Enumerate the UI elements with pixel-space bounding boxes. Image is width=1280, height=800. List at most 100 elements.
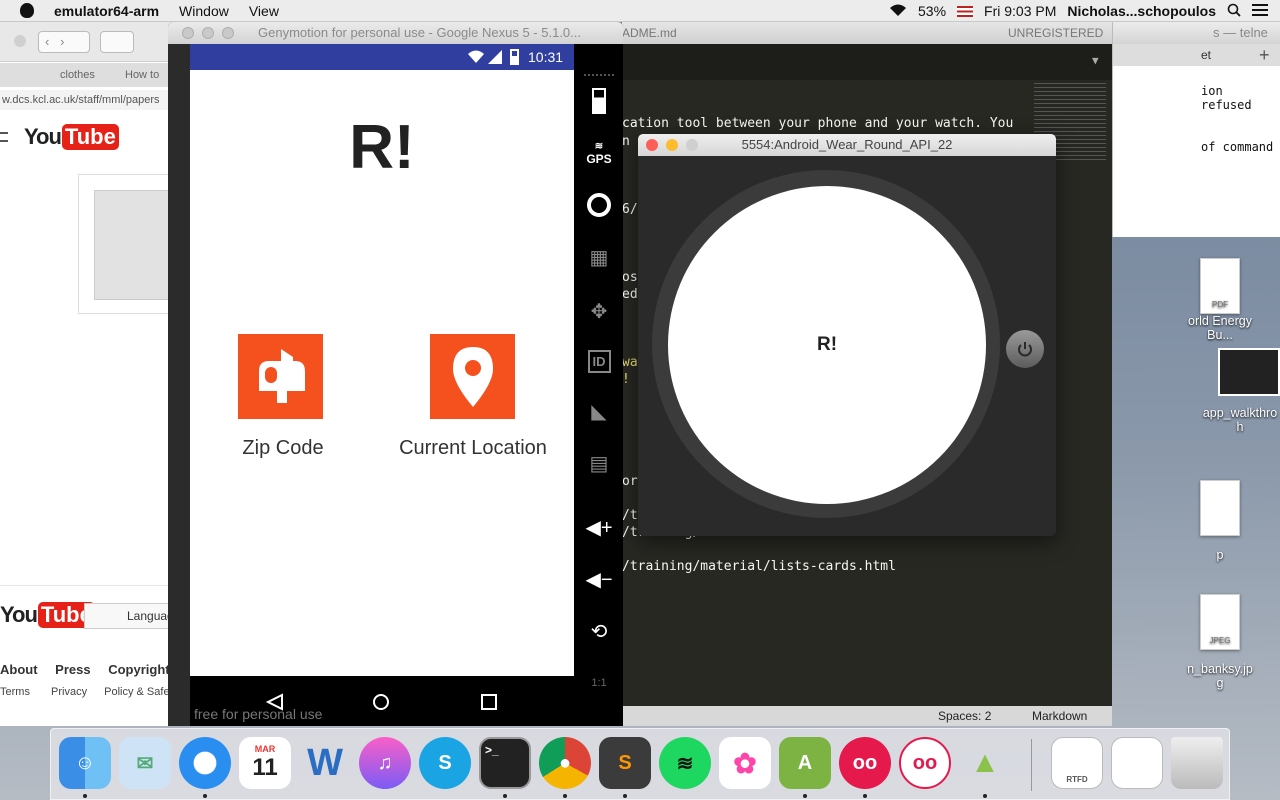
battery-icon bbox=[510, 49, 519, 65]
footer-links: About Press Copyright bbox=[0, 662, 170, 677]
gm-close-button[interactable] bbox=[182, 27, 194, 39]
cast-widget-icon[interactable]: ◣ bbox=[582, 394, 616, 428]
zip-code-button[interactable]: Zip Code bbox=[238, 334, 328, 460]
sms-widget-icon[interactable]: ▤ bbox=[582, 446, 616, 480]
hamburger-icon[interactable] bbox=[0, 132, 8, 142]
dpad-widget-icon[interactable]: ✥ bbox=[582, 294, 616, 328]
footer-policy[interactable]: Policy & Safet bbox=[104, 686, 172, 698]
unregistered-label: UNREGISTERED bbox=[1008, 26, 1104, 40]
new-tab-button[interactable]: + bbox=[1259, 44, 1270, 66]
footer-links-2: Terms Privacy Policy & Safet bbox=[0, 686, 173, 698]
genymotion-window: Genymotion for personal use - Google Nex… bbox=[168, 22, 623, 726]
chrome-icon[interactable]: ● bbox=[539, 737, 591, 789]
mail-icon[interactable]: ✉ bbox=[119, 737, 171, 789]
watch-app-title: R! bbox=[816, 334, 838, 355]
volume-down-icon[interactable]: ◀− bbox=[582, 562, 616, 596]
photos-icon[interactable]: ✿ bbox=[719, 737, 771, 789]
desktop-screenshot-thumbnail[interactable] bbox=[1218, 348, 1280, 396]
desktop-file-jpeg[interactable]: JPEG n_banksy.jp g bbox=[1175, 594, 1265, 690]
watch-power-button[interactable] bbox=[1006, 330, 1044, 368]
pdf-file-name: orld Energy bbox=[1188, 314, 1252, 328]
trash-icon[interactable] bbox=[1171, 737, 1223, 789]
footer-copyright[interactable]: Copyright bbox=[108, 662, 169, 677]
syntax-indicator[interactable]: Markdown bbox=[1032, 706, 1087, 726]
editor-titlebar: ADME.md UNREGISTERED bbox=[622, 22, 1112, 44]
video-thumbnail-frame[interactable] bbox=[78, 174, 178, 314]
walkthrough-file-name: app_walkthro bbox=[1202, 406, 1278, 420]
footer-terms[interactable]: Terms bbox=[0, 686, 30, 698]
gps-waves-icon: ≋ bbox=[594, 140, 604, 152]
menu-window[interactable]: Window bbox=[179, 3, 229, 19]
calendar-icon[interactable]: MAR 11 bbox=[239, 737, 291, 789]
flag-icon[interactable] bbox=[957, 5, 974, 17]
code-line-11: /training/material/lists-cards.html bbox=[622, 559, 896, 574]
apple-menu-icon[interactable] bbox=[20, 3, 34, 18]
menu-view[interactable]: View bbox=[249, 3, 279, 19]
spaces-indicator[interactable]: Spaces: 2 bbox=[938, 706, 991, 726]
gm-minimize-button[interactable] bbox=[202, 27, 214, 39]
back-button[interactable]: ‹ › bbox=[38, 31, 90, 53]
current-location-button[interactable]: Current Location bbox=[388, 334, 558, 460]
menu-app-name[interactable]: emulator64-arm bbox=[54, 3, 159, 19]
sublime-text-icon[interactable]: S bbox=[599, 737, 651, 789]
wear-minimize-button[interactable] bbox=[666, 139, 678, 151]
rtfd-file-icon[interactable]: RTFD bbox=[1051, 737, 1103, 789]
gps-widget-icon[interactable]: ≋ GPS bbox=[582, 136, 616, 170]
genymotion-icon[interactable]: oo bbox=[839, 737, 891, 789]
pixel-ratio-icon[interactable]: 1:1 bbox=[582, 666, 616, 700]
walkthrough-file-name-2: h bbox=[1236, 420, 1244, 434]
personal-use-watermark: free for personal use bbox=[194, 706, 323, 722]
nav-home-icon[interactable] bbox=[372, 693, 390, 711]
sidebar-toggle-icon[interactable] bbox=[100, 31, 134, 53]
volume-up-icon[interactable]: ◀+ bbox=[582, 510, 616, 544]
bookmark-clothes[interactable]: clothes bbox=[60, 69, 95, 81]
genymotion-shell-icon[interactable]: oo bbox=[899, 737, 951, 789]
watch-screen[interactable]: R! bbox=[668, 186, 986, 504]
youtube-logo[interactable]: You Tube bbox=[24, 124, 119, 150]
battery-percent[interactable]: 53% bbox=[918, 3, 946, 19]
android-studio-icon[interactable]: A bbox=[779, 737, 831, 789]
nav-recents-icon[interactable] bbox=[480, 693, 498, 711]
android-running-dot bbox=[983, 794, 987, 798]
close-button[interactable] bbox=[14, 35, 26, 47]
desktop-file-walkthrough[interactable]: app_walkthro h bbox=[1195, 406, 1280, 434]
desktop-file-pdf[interactable]: PDF orld Energy Bu... bbox=[1175, 258, 1265, 342]
terminal-tab[interactable]: et bbox=[1201, 48, 1211, 62]
wifi-icon[interactable] bbox=[889, 3, 907, 20]
word-icon[interactable]: W bbox=[299, 737, 351, 789]
terminal-icon[interactable]: >_ bbox=[479, 737, 531, 789]
footer-privacy[interactable]: Privacy bbox=[51, 686, 87, 698]
footer-about[interactable]: About bbox=[0, 662, 38, 677]
finder-icon[interactable]: ☺ bbox=[59, 737, 111, 789]
menu-clock[interactable]: Fri 9:03 PM bbox=[984, 3, 1056, 19]
watch-bezel: R! bbox=[652, 170, 1000, 518]
notification-center-icon[interactable] bbox=[1252, 3, 1268, 19]
itunes-icon[interactable]: ♫ bbox=[359, 737, 411, 789]
wear-close-button[interactable] bbox=[646, 139, 658, 151]
terminal-window: s — telne et + ion refused of command bbox=[1112, 22, 1280, 237]
safari-icon[interactable]: ✦ bbox=[179, 737, 231, 789]
bookmark-howto[interactable]: How to bbox=[125, 69, 159, 81]
jpeg-file-icon: JPEG bbox=[1200, 594, 1240, 650]
spotlight-icon[interactable] bbox=[1227, 3, 1241, 20]
genymotion-title: Genymotion for personal use - Google Nex… bbox=[258, 25, 582, 40]
sublime-running-dot bbox=[623, 794, 627, 798]
webcam-widget-icon[interactable] bbox=[582, 188, 616, 222]
android-icon[interactable]: ▲ bbox=[959, 737, 1011, 789]
battery-widget-icon[interactable] bbox=[582, 84, 616, 118]
wear-zoom-button[interactable] bbox=[686, 139, 698, 151]
youtube-footer-logo[interactable]: You Tube bbox=[0, 602, 95, 628]
rotate-icon[interactable]: ⟲ bbox=[582, 614, 616, 648]
id-widget-icon[interactable]: ID bbox=[582, 344, 616, 378]
spotify-icon[interactable]: ≋ bbox=[659, 737, 711, 789]
footer-press[interactable]: Press bbox=[55, 662, 90, 677]
capture-widget-icon[interactable]: ▦ bbox=[582, 240, 616, 274]
gm-zoom-button[interactable] bbox=[222, 27, 234, 39]
menu-user[interactable]: Nicholas...schopoulos bbox=[1067, 3, 1216, 19]
editor-tabbar: ▼ bbox=[622, 44, 1112, 80]
desktop-file-p[interactable]: p bbox=[1175, 480, 1265, 562]
skype-icon[interactable]: S bbox=[419, 737, 471, 789]
document-icon[interactable] bbox=[1111, 737, 1163, 789]
menu-extras: 53% Fri 9:03 PM Nicholas...schopoulos bbox=[889, 0, 1268, 22]
tab-overflow-icon[interactable]: ▼ bbox=[1092, 54, 1099, 67]
